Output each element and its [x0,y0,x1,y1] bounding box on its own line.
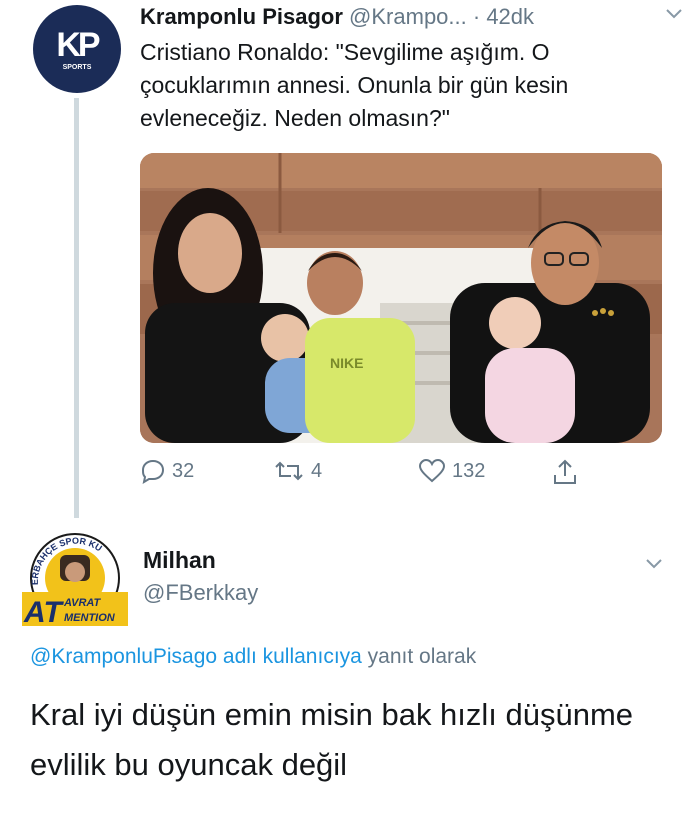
reply-count: 32 [172,459,195,482]
like-count: 132 [452,459,486,482]
avatar-kramponlu[interactable]: KP SPORTS [33,5,121,93]
retweet-icon [275,461,303,481]
reply-text: Kral iyi düşün emin misin bak hızlı düşü… [30,697,634,782]
family-photo-illustration: NIKE [140,153,662,443]
share-icon [554,459,576,484]
avatar-badge-bottom: MENTION [64,612,116,624]
replying-to: @KramponluPisago adlı kullanıcıya yanıt … [30,645,476,669]
thread-line [74,98,79,518]
tweet-text: Cristiano Ronaldo: "Sevgilime aşığım. O … [140,39,569,131]
reply-author-name[interactable]: Milhan [143,547,216,574]
replying-to-mention[interactable]: @KramponluPisago adlı kullanıcıya [30,645,362,668]
tweet-reply: ERBAHÇE SPOR KU AT AVRAT MENTION Milhan … [0,525,690,813]
author-name[interactable]: Kramponlu Pisagor [140,4,343,29]
avatar-badge-big: AT [23,596,64,629]
reply-author-handle[interactable]: @FBerkkay [143,580,258,606]
avatar-milhan[interactable]: ERBAHÇE SPOR KU AT AVRAT MENTION [20,530,135,630]
chevron-down-icon[interactable] [645,557,663,571]
avatar-logo-text: KP [56,25,100,64]
avatar-badge-top: AVRAT [63,597,102,609]
tweet-time[interactable]: · 42dk [473,4,534,29]
tweet-photo[interactable]: NIKE [140,153,662,443]
author-handle[interactable]: @Krampo... [349,4,467,29]
replying-to-suffix: yanıt olarak [367,645,477,668]
retweet-action[interactable]: 4 [273,458,322,484]
share-action[interactable] [552,458,578,486]
like-action[interactable]: 132 [418,458,485,484]
shirt-text: NIKE [330,355,363,371]
reply-icon [141,459,165,484]
tweet-header: Kramponlu Pisagor @Krampo... · 42dk [140,4,534,30]
tweet-original: KP SPORTS Kramponlu Pisagor @Krampo... ·… [0,0,690,520]
retweet-count: 4 [311,459,323,482]
heart-icon [418,458,446,483]
reply-action[interactable]: 32 [140,458,194,484]
tweet-actions: 32 4 132 [140,458,660,490]
avatar-logo-sub: SPORTS [62,63,92,71]
chevron-down-icon[interactable] [665,7,683,21]
